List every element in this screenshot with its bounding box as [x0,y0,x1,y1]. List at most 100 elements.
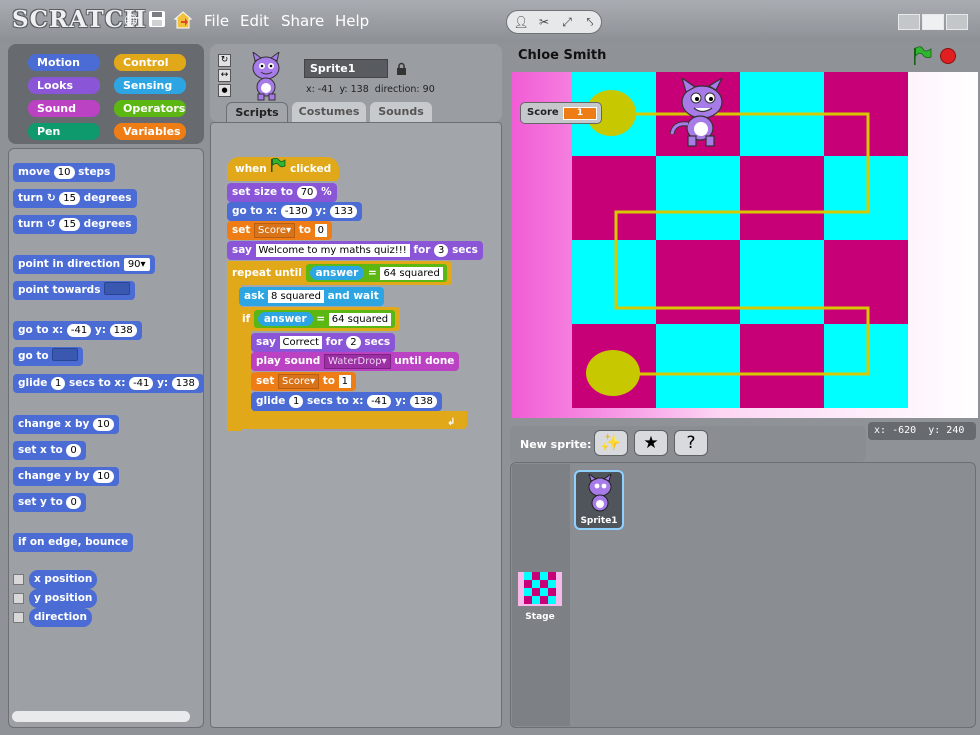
menu-file[interactable]: File [204,12,229,30]
value-input[interactable]: 0 [314,224,328,237]
move-steps-block[interactable]: move 10 steps [13,163,116,182]
x-input[interactable]: -41 [129,377,154,390]
when-flag-clicked-block[interactable]: when clicked [227,157,340,181]
x-input[interactable]: -130 [280,205,312,218]
value-input[interactable]: 1 [338,375,352,388]
x-position-checkbox[interactable] [13,574,24,585]
presentation-mode-icon[interactable] [946,14,968,30]
x-input[interactable]: -41 [367,395,392,408]
glide-block[interactable]: glide 1 secs to x: -41 y: 138 [13,374,204,393]
grow-tool-icon[interactable]: ⤢ [557,13,577,31]
turn-right-block[interactable]: turn ↻ 15 degrees [13,189,137,208]
x-change-input[interactable]: 10 [93,418,114,431]
degrees-input[interactable]: 15 [59,192,81,205]
play-sound-block[interactable]: play sound WaterDrop▾ until done [251,352,460,371]
steps-input[interactable]: 10 [53,166,75,179]
point-in-direction-block[interactable]: point in direction 90▾ [13,255,155,274]
category-sound[interactable]: Sound [28,100,100,117]
category-sensing[interactable]: Sensing [114,77,186,94]
equals-operator[interactable]: answer = 64 squared [305,264,447,282]
choose-sprite-file-button[interactable]: ★ [634,430,668,456]
scripts-area[interactable]: when clicked set size to 70 % go to x: -… [210,122,502,728]
flip-style-icon[interactable]: ↔ [218,69,231,82]
delete-tool-icon[interactable]: ✂ [534,13,554,31]
say-correct-block[interactable]: say Correct for 2 secs [251,333,396,352]
tab-sounds[interactable]: Sounds [370,102,432,122]
answer-reporter[interactable]: answer [257,312,313,326]
set-score-one-block[interactable]: set Score▾ to 1 [251,372,357,391]
direction-dropdown[interactable]: 90▾ [123,258,150,271]
sprite-name-input[interactable]: Sprite1 [304,59,388,78]
direction-reporter[interactable]: direction [29,608,92,627]
share-project-icon[interactable] [172,10,194,32]
surprise-sprite-button[interactable]: ? [674,430,708,456]
green-flag-button[interactable] [912,46,932,70]
category-looks[interactable]: Looks [28,77,100,94]
score-monitor[interactable]: Score 1 [520,102,602,124]
secs-input[interactable]: 2 [346,336,361,349]
duplicate-tool-icon[interactable]: 👤︎ [511,13,531,31]
set-y-block[interactable]: set y to 0 [13,493,86,512]
sound-dropdown[interactable]: WaterDrop▾ [323,354,391,369]
ask-and-wait-block[interactable]: ask 8 squared and wait [239,287,384,306]
sprite-thumbnail-selected[interactable]: Sprite1 [574,470,624,530]
menu-edit[interactable]: Edit [240,12,269,30]
say-welcome-block[interactable]: say Welcome to my maths quiz!!! for 3 se… [227,241,483,260]
rotate-style-icon[interactable]: ↻ [218,54,231,67]
change-x-block[interactable]: change x by 10 [13,415,119,434]
y-set-input[interactable]: 0 [66,496,81,509]
variable-dropdown[interactable]: Score▾ [278,374,320,389]
equals-operator[interactable]: answer = 64 squared [253,310,396,328]
paint-new-sprite-button[interactable]: ✨ [594,430,628,456]
repeat-until-block[interactable]: repeat until answer = 64 squared [227,261,452,285]
x-position-reporter[interactable]: x position [29,570,98,589]
y-position-reporter[interactable]: y position [29,589,98,608]
stage[interactable]: Score 1 [512,72,978,418]
if-block[interactable]: if answer = 64 squared [237,307,401,331]
change-y-block[interactable]: change y by 10 [13,467,119,486]
tab-costumes[interactable]: Costumes [292,102,366,122]
x-input[interactable]: -41 [66,324,92,337]
go-to-block[interactable]: go to [13,347,84,366]
compare-input[interactable]: 64 squared [380,267,443,280]
compare-input[interactable]: 64 squared [328,313,392,326]
language-globe-icon[interactable]: 🌐︎ [120,10,142,32]
answer-reporter[interactable]: answer [309,266,365,280]
y-position-checkbox[interactable] [13,593,24,604]
y-input[interactable]: 133 [329,205,358,218]
script-go-to-xy-block[interactable]: go to x: -130 y: 133 [227,202,363,221]
normal-stage-mode-icon[interactable] [922,14,944,30]
category-control[interactable]: Control [114,54,186,71]
secs-input[interactable]: 1 [51,377,66,390]
menu-share[interactable]: Share [281,12,324,30]
script-glide-block[interactable]: glide 1 secs to x: -41 y: 138 [251,392,442,411]
save-disk-icon[interactable] [146,10,168,32]
secs-input[interactable]: 3 [434,244,449,257]
y-change-input[interactable]: 10 [93,470,114,483]
y-input[interactable]: 138 [409,395,437,408]
category-pen[interactable]: Pen [28,123,100,140]
go-to-xy-block[interactable]: go to x: -41 y: 138 [13,321,142,340]
set-score-block[interactable]: set Score▾ to 0 [227,221,333,240]
tab-scripts[interactable]: Scripts [226,102,288,122]
turn-left-block[interactable]: turn ↺ 15 degrees [13,215,137,234]
y-input[interactable]: 138 [171,377,199,390]
question-input[interactable]: 8 squared [267,290,324,303]
y-input[interactable]: 138 [109,324,137,337]
category-operators[interactable]: Operators [114,100,186,117]
variable-dropdown[interactable]: Score▾ [254,223,296,238]
set-size-block[interactable]: set size to 70 % [227,183,337,202]
lock-icon[interactable] [396,62,407,79]
category-motion[interactable]: Motion [28,54,100,71]
stage-thumbnail[interactable] [518,572,562,606]
set-x-block[interactable]: set x to 0 [13,441,86,460]
size-input[interactable]: 70 [296,186,318,199]
small-stage-mode-icon[interactable] [898,14,920,30]
secs-input[interactable]: 1 [289,395,304,408]
x-set-input[interactable]: 0 [66,444,81,457]
towards-dropdown[interactable] [104,282,131,295]
no-rotate-style-icon[interactable]: ● [218,84,231,97]
degrees-input[interactable]: 15 [59,218,81,231]
menu-help[interactable]: Help [335,12,369,30]
palette-scrollbar[interactable] [12,711,190,722]
